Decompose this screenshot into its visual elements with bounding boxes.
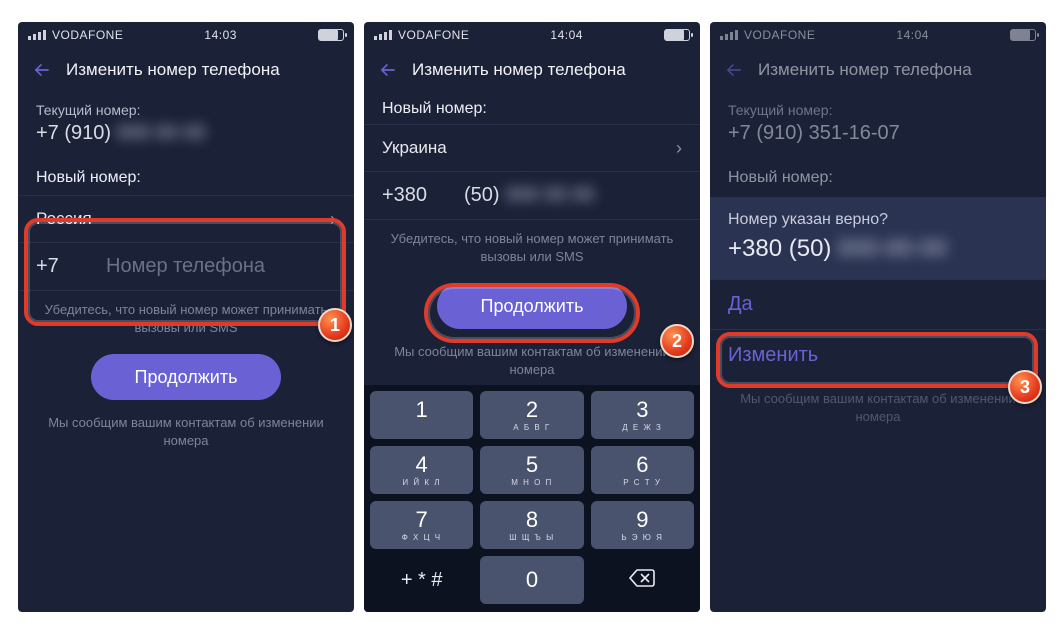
key-backspace[interactable]: [591, 556, 694, 604]
screen-2: VODAFONE 14:04 Изменить номер телефона Н…: [364, 22, 700, 612]
notice-text: Мы сообщим вашим контактам об изменении …: [710, 380, 1046, 435]
nav-bar: Изменить номер телефона: [364, 48, 700, 92]
notice-text: Мы сообщим вашим контактам об изменении …: [364, 333, 700, 384]
signal-icon: [720, 30, 738, 40]
battery-icon: [664, 29, 690, 41]
current-number-label: Текущий номер:: [36, 102, 336, 118]
phone-area: (50): [464, 184, 500, 207]
key-5[interactable]: 5М Н О П: [480, 446, 583, 494]
current-number-value: +7 (910) 000 00 00: [36, 122, 336, 145]
current-number-value: +7 (910) 351-16-07: [728, 122, 1028, 145]
country-name: Россия: [36, 209, 92, 229]
nav-bar: Изменить номер телефона: [18, 48, 354, 92]
battery-icon: [1010, 29, 1036, 41]
screen-1: VODAFONE 14:03 Изменить номер телефона Т…: [18, 22, 354, 612]
battery-icon: [318, 29, 344, 41]
confirm-card: Номер указан верно? +380 (50)000-00-00: [710, 197, 1046, 279]
step-badge-3: 3: [1008, 370, 1042, 404]
continue-button[interactable]: Продолжить: [437, 283, 627, 329]
signal-icon: [374, 30, 392, 40]
current-number-label: Текущий номер:: [728, 102, 1028, 118]
new-number-label: Новый номер:: [36, 169, 336, 187]
screen-3: VODAFONE 14:04 Изменить номер телефона Т…: [710, 22, 1046, 612]
prefix-label: +380: [382, 184, 464, 207]
new-number-label: Новый номер:: [382, 100, 682, 118]
key-4[interactable]: 4И Й К Л: [370, 446, 473, 494]
backspace-icon: [628, 568, 656, 592]
key-7[interactable]: 7Ф Х Ц Ч: [370, 501, 473, 549]
confirm-question: Номер указан верно?: [728, 211, 1028, 229]
signal-icon: [28, 30, 46, 40]
country-selector[interactable]: Украина ›: [364, 124, 700, 172]
carrier-label: VODAFONE: [744, 28, 815, 42]
status-bar: VODAFONE 14:04: [364, 22, 700, 48]
key-2[interactable]: 2А Б В Г: [480, 391, 583, 439]
continue-button[interactable]: Продолжить: [91, 354, 281, 400]
chevron-right-icon: ›: [676, 138, 682, 159]
hint-text: Убедитесь, что новый номер может принима…: [18, 291, 354, 346]
carrier-label: VODAFONE: [52, 28, 123, 42]
back-icon[interactable]: [720, 56, 748, 84]
page-title: Изменить номер телефона: [66, 60, 280, 80]
clock: 14:04: [550, 28, 583, 42]
confirm-number: +380 (50)000-00-00: [728, 235, 1028, 263]
step-badge-1: 1: [318, 308, 352, 342]
back-icon[interactable]: [374, 56, 402, 84]
carrier-label: VODAFONE: [398, 28, 469, 42]
clock: 14:04: [896, 28, 929, 42]
nav-bar: Изменить номер телефона: [710, 48, 1046, 92]
chevron-right-icon: ›: [330, 209, 336, 230]
country-name: Украина: [382, 138, 447, 158]
confirm-edit-button[interactable]: Изменить: [710, 330, 1046, 380]
phone-input-row[interactable]: +7 Номер телефона: [18, 243, 354, 291]
key-symbols[interactable]: + * #: [370, 556, 473, 604]
prefix-label: +7: [36, 255, 106, 278]
clock: 14:03: [204, 28, 237, 42]
page-title: Изменить номер телефона: [758, 60, 972, 80]
page-title: Изменить номер телефона: [412, 60, 626, 80]
step-badge-2: 2: [660, 324, 694, 358]
country-selector[interactable]: Россия ›: [18, 195, 354, 243]
new-number-label: Новый номер:: [728, 169, 1028, 187]
key-0[interactable]: 0: [480, 556, 583, 604]
status-bar: VODAFONE 14:04: [710, 22, 1046, 48]
hint-text: Убедитесь, что новый номер может принима…: [364, 220, 700, 275]
key-6[interactable]: 6Р С Т У: [591, 446, 694, 494]
phone-input-row[interactable]: +380 (50) 000 00 00: [364, 172, 700, 220]
status-bar: VODAFONE 14:03: [18, 22, 354, 48]
phone-rest: 000 00 00: [506, 184, 595, 207]
numeric-keypad: 1 2А Б В Г 3Д Е Ж З 4И Й К Л 5М Н О П 6Р…: [364, 385, 700, 612]
key-3[interactable]: 3Д Е Ж З: [591, 391, 694, 439]
phone-placeholder: Номер телефона: [106, 255, 265, 278]
key-8[interactable]: 8Ш Щ Ъ Ы: [480, 501, 583, 549]
back-icon[interactable]: [28, 56, 56, 84]
confirm-yes-button[interactable]: Да: [710, 280, 1046, 330]
key-1[interactable]: 1: [370, 391, 473, 439]
key-9[interactable]: 9Ь Э Ю Я: [591, 501, 694, 549]
notice-text: Мы сообщим вашим контактам об изменении …: [18, 404, 354, 459]
